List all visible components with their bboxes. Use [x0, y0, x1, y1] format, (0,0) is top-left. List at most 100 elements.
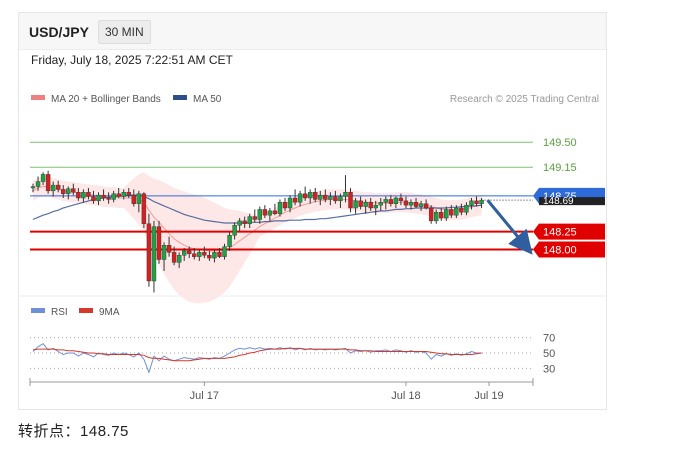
rsi-ma-legend-swatch	[79, 308, 93, 313]
candle-body	[449, 209, 454, 216]
candle-body	[232, 224, 237, 236]
candle-body	[459, 207, 464, 213]
x-tick-label: Jul 18	[391, 390, 420, 402]
candle-body	[197, 252, 202, 257]
candle-body	[302, 193, 308, 199]
level-label-148.25: 148.25	[543, 227, 577, 239]
rsi-tick-70: 70	[543, 333, 555, 345]
candle-body	[469, 200, 474, 206]
candle-body	[50, 184, 56, 192]
candle-body	[207, 255, 212, 259]
candle-body	[71, 188, 76, 193]
candle-body	[292, 197, 298, 203]
candle-body	[267, 210, 273, 216]
candle-body	[161, 245, 167, 260]
candle-body	[192, 253, 197, 257]
turning-point-label: 转折点：	[18, 423, 81, 440]
candle-body	[439, 212, 444, 219]
candle-body	[272, 210, 278, 214]
candle-body	[66, 188, 71, 194]
candle-body	[171, 252, 177, 263]
candle-body	[408, 202, 414, 206]
candle-body	[423, 203, 429, 209]
x-tick-label: Jul 17	[190, 390, 219, 402]
candle-body	[428, 207, 434, 222]
bb-legend-swatch	[31, 95, 45, 100]
candle-body	[166, 245, 172, 253]
level-label-149.50: 149.50	[543, 137, 577, 149]
ma50-legend-label: MA 50	[193, 94, 222, 105]
candle-body	[313, 192, 318, 200]
candle-body	[434, 212, 439, 222]
candle-body	[45, 174, 51, 192]
candle-body	[131, 194, 137, 204]
candle-body	[227, 234, 232, 247]
candle-body	[187, 250, 192, 254]
candle-body	[116, 193, 121, 197]
candle-body	[323, 194, 328, 200]
candle-body	[373, 204, 378, 209]
candle-body	[348, 192, 353, 209]
candle-body	[333, 196, 338, 202]
candle-body	[81, 192, 86, 199]
candle-body	[378, 202, 383, 206]
rsi-ma-line	[32, 347, 482, 362]
candle-body	[454, 207, 459, 216]
rsi-ma-legend-label: 9MA	[99, 307, 120, 318]
bb-legend-label: MA 20 + Bollinger Bands	[51, 94, 161, 105]
candle-body	[368, 202, 373, 209]
last-price-label: 148.69	[543, 196, 574, 207]
candle-body	[308, 192, 313, 199]
candle-body	[413, 202, 419, 207]
candle-body	[141, 193, 147, 224]
candle-body	[202, 252, 207, 256]
rsi-tick-50: 50	[543, 348, 555, 360]
candle-body	[343, 192, 348, 197]
candle-body	[388, 199, 394, 204]
candle-body	[353, 200, 358, 209]
candle-body	[297, 193, 303, 203]
candle-body	[358, 200, 363, 207]
candle-body	[338, 196, 343, 202]
turning-point: 转折点：148.75	[18, 420, 129, 441]
candle-body	[403, 200, 409, 206]
candle-body	[151, 226, 157, 282]
candle-body	[146, 223, 152, 282]
x-tick-label: Jul 19	[474, 390, 503, 402]
candle-body	[363, 202, 368, 207]
candle-body	[257, 209, 262, 220]
candle-body	[111, 193, 116, 200]
candle-body	[212, 252, 217, 259]
candle-body	[282, 202, 288, 209]
candle-body	[86, 192, 91, 197]
candle-body	[35, 181, 41, 187]
candle-body	[242, 220, 247, 224]
candle-body	[217, 252, 222, 257]
rsi-legend-swatch	[31, 308, 45, 313]
candle-body	[121, 192, 126, 197]
candle-body	[287, 197, 293, 209]
rsi-legend-label: RSI	[51, 307, 68, 318]
rsi-tick-30: 30	[543, 363, 555, 375]
rsi-layer: 70 50 30	[30, 333, 555, 375]
candle-body	[61, 189, 66, 194]
candle-body	[262, 209, 268, 216]
candle-body	[393, 197, 399, 204]
candle-body	[383, 199, 388, 203]
candle-body	[126, 192, 131, 196]
candle-body	[91, 196, 96, 202]
candle-body	[237, 220, 242, 226]
candle-body	[106, 197, 111, 200]
level-label-149.15: 149.15	[543, 162, 577, 174]
credit-label: Research © 2025 Trading Central	[450, 94, 599, 105]
candle-body	[444, 209, 449, 219]
candle-body	[328, 196, 333, 200]
candle-body	[56, 184, 61, 190]
bollinger-band-layer	[32, 172, 482, 304]
forecast-arrow	[486, 199, 533, 255]
candle-body	[474, 200, 479, 204]
candle-body	[101, 194, 106, 199]
candle-body	[247, 216, 252, 224]
candle-body	[156, 226, 162, 260]
candle-body	[318, 194, 323, 200]
